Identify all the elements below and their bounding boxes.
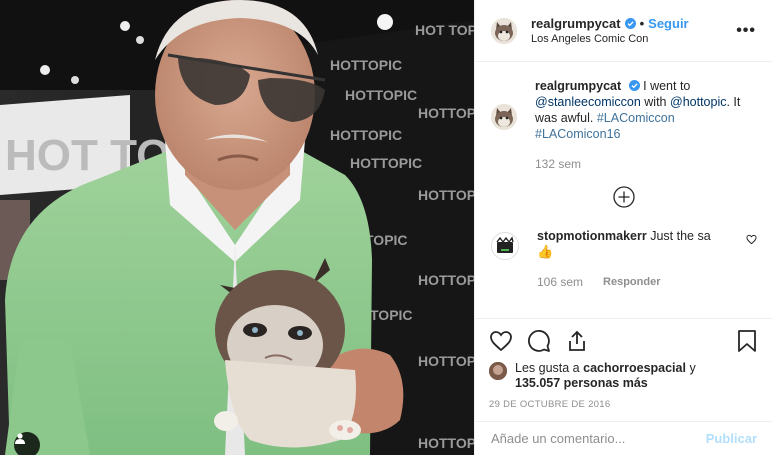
caption-username[interactable]: realgrumpycat [535,79,621,93]
svg-text:HOTTOPIC: HOTTOPIC [418,272,474,288]
svg-text:HOTTOPIC: HOTTOPIC [350,155,422,171]
comment-body: stopmotionmakerr Just the sa 👍 106 sem R… [537,228,757,290]
follow-button[interactable]: Seguir [648,16,688,31]
publish-button[interactable]: Publicar [706,431,757,446]
caption-text-before: I went to [643,79,691,93]
actions-section: Les gusta a cachorroespacial y 135.057 p… [475,318,772,421]
likes-prefix: Les gusta a [515,361,580,375]
post-header: realgrumpycat • Seguir Los Angeles Comic… [475,0,772,62]
svg-text:HOTTOPIC: HOTTOPIC [345,87,417,103]
reply-button[interactable]: Responder [603,274,660,290]
caption-body: realgrumpycat I went to @stanleecomiccon… [535,78,745,172]
like-heart-icon[interactable] [489,329,513,353]
add-comment-bar: Publicar [475,421,772,455]
svg-text:HOTTOPIC: HOTTOPIC [330,57,402,73]
svg-text:HOTTOPIC: HOTTOPIC [330,127,402,143]
hashtag-lacomicon16[interactable]: #LAComicon16 [535,127,620,141]
comment: stopmotionmakerr Just the sa 👍 106 sem R… [491,228,757,290]
load-more-comments-button[interactable] [491,186,757,208]
comments-section: realgrumpycat I went to @stanleecomiccon… [475,62,772,318]
svg-text:HOTTOPIC: HOTTOPIC [418,187,474,203]
caption-text-middle: with [644,95,667,109]
mention-hottopic[interactable]: @hottopic [670,95,726,109]
comment-time[interactable]: 106 sem [537,274,583,290]
svg-text:TOPIC: TOPIC [370,307,413,323]
header-top-line: realgrumpycat • Seguir [531,16,736,31]
plus-circle-icon[interactable] [613,186,635,208]
commenter-avatar[interactable] [491,232,519,260]
post-date[interactable]: 29 DE OCTUBRE DE 2016 [489,399,757,410]
author-username[interactable]: realgrumpycat [531,16,621,31]
svg-text:HOTTOPIC: HOTTOPIC [418,353,474,369]
thumbs-up-emoji: 👍 [537,244,554,259]
likes-count[interactable]: 135.057 personas más [515,376,648,390]
author-avatar[interactable] [491,17,517,44]
more-options-icon[interactable]: ••• [736,22,756,40]
header-text: realgrumpycat • Seguir Los Angeles Comic… [531,16,736,45]
user-tag-icon[interactable] [14,432,40,455]
post-sidebar: realgrumpycat • Seguir Los Angeles Comic… [474,0,772,455]
action-icons [489,327,757,355]
caption-time[interactable]: 132 sem [535,156,745,172]
svg-text:HOTTOPIC: HOTTOPIC [418,435,474,451]
liker-avatar[interactable] [489,362,507,380]
likes-joiner: y [689,361,696,375]
separator-dot: • [639,16,645,31]
svg-text:TOPIC: TOPIC [365,232,408,248]
post-location[interactable]: Los Angeles Comic Con [531,33,736,45]
verified-badge-icon [624,18,636,29]
save-bookmark-icon[interactable] [737,329,757,353]
caption-author-avatar[interactable] [491,104,517,130]
svg-text:HOT TOPIC: HOT TOPIC [415,22,474,38]
comment-meta: 106 sem Responder [537,274,737,290]
caption: realgrumpycat I went to @stanleecomiccon… [491,78,757,172]
comment-text-line: stopmotionmakerr Just the sa [537,228,727,244]
comment-bubble-icon[interactable] [527,329,551,353]
hashtag-lacomiccon[interactable]: #LAComiccon [597,111,675,125]
like-comment-heart-icon[interactable] [746,234,757,245]
likes-text: Les gusta a cachorroespacial y 135.057 p… [515,361,696,391]
photo-illustration: HOT TOP HOT TOPIC HOTTOPIC HOTTOPIC HOTT… [0,0,474,455]
likes-summary: Les gusta a cachorroespacial y 135.057 p… [489,361,757,391]
post-photo[interactable]: HOT TOP HOT TOPIC HOTTOPIC HOTTOPIC HOTT… [0,0,474,455]
caption-text: realgrumpycat I went to @stanleecomiccon… [535,78,745,142]
instagram-post: HOT TOP HOT TOPIC HOTTOPIC HOTTOPIC HOTT… [0,0,772,455]
svg-text:HOTTOPIC: HOTTOPIC [418,105,474,121]
liker-username[interactable]: cachorroespacial [583,361,686,375]
comment-text: Just the sa [650,229,711,243]
commenter-username[interactable]: stopmotionmakerr [537,229,647,243]
mention-stanleecomiccon[interactable]: @stanleecomiccon [535,95,641,109]
verified-badge-icon [628,80,640,91]
comment-input[interactable] [491,431,706,446]
share-icon[interactable] [565,329,589,353]
